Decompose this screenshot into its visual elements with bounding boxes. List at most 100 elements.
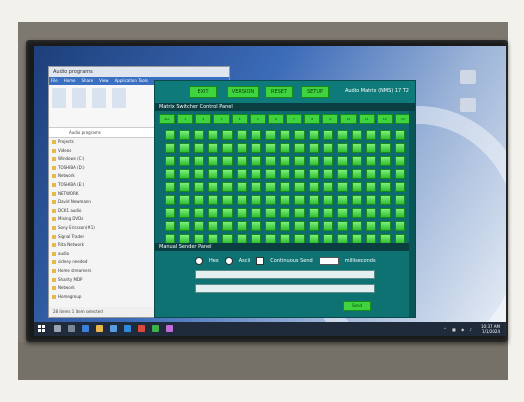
crosspoint-button[interactable] bbox=[208, 221, 219, 231]
hex-radio[interactable] bbox=[195, 257, 203, 265]
crosspoint-button[interactable] bbox=[265, 130, 276, 140]
crosspoint-button[interactable] bbox=[236, 208, 248, 218]
setup-button[interactable]: SETUP bbox=[301, 86, 329, 98]
crosspoint-button[interactable] bbox=[365, 195, 377, 205]
nav-item[interactable]: Home streamers bbox=[52, 267, 122, 276]
crosspoint-button[interactable] bbox=[322, 182, 334, 192]
crosspoint-button[interactable] bbox=[179, 156, 190, 166]
tab-output[interactable]: 1 bbox=[177, 114, 194, 124]
tab-output[interactable]: 7 bbox=[285, 114, 303, 124]
exit-button[interactable]: EXIT bbox=[189, 86, 217, 98]
crosspoint-button[interactable] bbox=[308, 143, 319, 153]
crosspoint-button[interactable] bbox=[251, 195, 262, 205]
crosspoint-button[interactable] bbox=[337, 156, 348, 166]
desktop-icon[interactable] bbox=[460, 70, 476, 84]
tab-output[interactable]: 12 bbox=[376, 114, 393, 124]
crosspoint-button[interactable] bbox=[279, 156, 291, 166]
crosspoint-button[interactable] bbox=[279, 143, 291, 153]
crosspoint-button[interactable] bbox=[179, 182, 190, 192]
nav-item[interactable]: sidney needed bbox=[52, 258, 122, 267]
crosspoint-button[interactable] bbox=[208, 195, 219, 205]
crosspoint-button[interactable] bbox=[236, 156, 248, 166]
nav-item[interactable]: Rita Network bbox=[52, 241, 122, 250]
crosspoint-button[interactable] bbox=[365, 221, 377, 231]
crosspoint-button[interactable] bbox=[279, 195, 291, 205]
crosspoint-button[interactable] bbox=[165, 130, 176, 140]
file-explorer-icon[interactable] bbox=[96, 325, 103, 332]
crosspoint-button[interactable] bbox=[236, 169, 248, 179]
crosspoint-button[interactable] bbox=[394, 143, 405, 153]
crosspoint-button[interactable] bbox=[394, 195, 405, 205]
crosspoint-button[interactable] bbox=[208, 130, 219, 140]
crosspoint-button[interactable] bbox=[308, 195, 319, 205]
system-tray[interactable]: ^ ■ ◆ ♪ bbox=[443, 327, 474, 332]
store-icon[interactable] bbox=[110, 325, 117, 332]
crosspoint-button[interactable] bbox=[179, 195, 190, 205]
crosspoint-button[interactable] bbox=[165, 221, 176, 231]
ascii-radio[interactable] bbox=[224, 257, 233, 265]
nav-item[interactable]: Homegroup bbox=[52, 293, 122, 302]
nav-item[interactable]: Network bbox=[52, 172, 122, 181]
ribbon-tab[interactable]: Share bbox=[82, 77, 94, 85]
crosspoint-button[interactable] bbox=[351, 208, 362, 218]
crosspoint-button[interactable] bbox=[294, 143, 305, 153]
ribbon-tab[interactable]: File bbox=[51, 77, 58, 85]
ribbon-tab[interactable]: Application Tools bbox=[115, 77, 148, 85]
crosspoint-button[interactable] bbox=[337, 208, 348, 218]
crosspoint-button[interactable] bbox=[236, 195, 248, 205]
crosspoint-button[interactable] bbox=[394, 221, 405, 231]
crosspoint-button[interactable] bbox=[337, 221, 348, 231]
crosspoint-button[interactable] bbox=[265, 195, 276, 205]
crosspoint-button[interactable] bbox=[294, 195, 305, 205]
crosspoint-button[interactable] bbox=[208, 156, 219, 166]
crosspoint-button[interactable] bbox=[337, 143, 348, 153]
tab-output[interactable]: 9 bbox=[322, 114, 339, 124]
crosspoint-button[interactable] bbox=[308, 182, 319, 192]
tab-output[interactable]: 6 bbox=[267, 114, 284, 124]
crosspoint-button[interactable] bbox=[165, 208, 176, 218]
crosspoint-button[interactable] bbox=[380, 195, 391, 205]
crosspoint-button[interactable] bbox=[222, 169, 233, 179]
crosspoint-button[interactable] bbox=[251, 208, 262, 218]
clock[interactable]: 10:37 AM 1/1/2024 bbox=[481, 324, 500, 334]
tab-output[interactable]: 3 bbox=[213, 114, 230, 124]
crosspoint-button[interactable] bbox=[236, 130, 248, 140]
crosspoint-button[interactable] bbox=[265, 208, 276, 218]
crosspoint-button[interactable] bbox=[265, 156, 276, 166]
crosspoint-button[interactable] bbox=[294, 156, 305, 166]
send-text-field[interactable] bbox=[195, 270, 375, 279]
crosspoint-button[interactable] bbox=[380, 221, 391, 231]
crosspoint-button[interactable] bbox=[394, 208, 405, 218]
crosspoint-button[interactable] bbox=[208, 182, 219, 192]
app-icon[interactable] bbox=[166, 325, 173, 332]
crosspoint-button[interactable] bbox=[193, 195, 205, 205]
crosspoint-button[interactable] bbox=[365, 143, 377, 153]
paste-button[interactable] bbox=[92, 88, 106, 108]
nav-item[interactable]: Mixing DVDs bbox=[52, 215, 122, 224]
crosspoint-button[interactable] bbox=[380, 208, 391, 218]
pin-button[interactable] bbox=[52, 88, 66, 108]
crosspoint-button[interactable] bbox=[322, 195, 334, 205]
crosspoint-button[interactable] bbox=[236, 221, 248, 231]
interval-input[interactable] bbox=[318, 257, 339, 265]
crosspoint-button[interactable] bbox=[322, 208, 334, 218]
crosspoint-button[interactable] bbox=[337, 130, 348, 140]
crosspoint-button[interactable] bbox=[351, 221, 362, 231]
tab-output[interactable]: 8 bbox=[304, 114, 321, 124]
crosspoint-button[interactable] bbox=[294, 208, 305, 218]
tab-output[interactable]: 10 bbox=[340, 114, 357, 124]
copy-button[interactable] bbox=[72, 88, 86, 108]
nav-item[interactable]: TOSHIBA (D:) bbox=[52, 164, 122, 173]
crosspoint-button[interactable] bbox=[380, 156, 391, 166]
receive-text-field[interactable] bbox=[195, 284, 375, 293]
crosspoint-button[interactable] bbox=[279, 208, 291, 218]
crosspoint-button[interactable] bbox=[251, 169, 262, 179]
nav-item[interactable]: NETWORK bbox=[52, 190, 122, 199]
version-button[interactable]: VERSION bbox=[227, 86, 259, 98]
crosspoint-button[interactable] bbox=[322, 221, 334, 231]
crosspoint-button[interactable] bbox=[279, 169, 291, 179]
crosspoint-button[interactable] bbox=[222, 156, 233, 166]
nav-item[interactable]: David Newmann bbox=[52, 198, 122, 207]
crosspoint-button[interactable] bbox=[308, 221, 319, 231]
app-icon[interactable] bbox=[152, 325, 159, 332]
